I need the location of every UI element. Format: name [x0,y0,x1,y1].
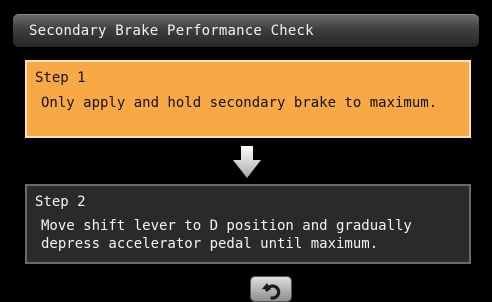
step-1-heading: Step 1 [35,70,86,86]
step-2-instruction: Move shift lever to D position and gradu… [41,217,412,253]
step-2-heading: Step 2 [35,194,86,210]
down-arrow-icon [233,146,261,178]
page-title: Secondary Brake Performance Check [29,23,314,39]
step-2-instruction-line-2: depress accelerator pedal until maximum. [41,236,379,252]
step-2-instruction-line-1: Move shift lever to D position and gradu… [41,218,412,234]
back-button[interactable] [250,276,292,302]
step-1-instruction: Only apply and hold secondary brake to m… [41,95,438,111]
return-arrow-icon [262,283,281,300]
step-1-panel: Step 1 Only apply and hold secondary bra… [25,60,471,138]
title-bar: Secondary Brake Performance Check [13,14,479,47]
step-2-panel: Step 2 Move shift lever to D position an… [25,184,471,264]
